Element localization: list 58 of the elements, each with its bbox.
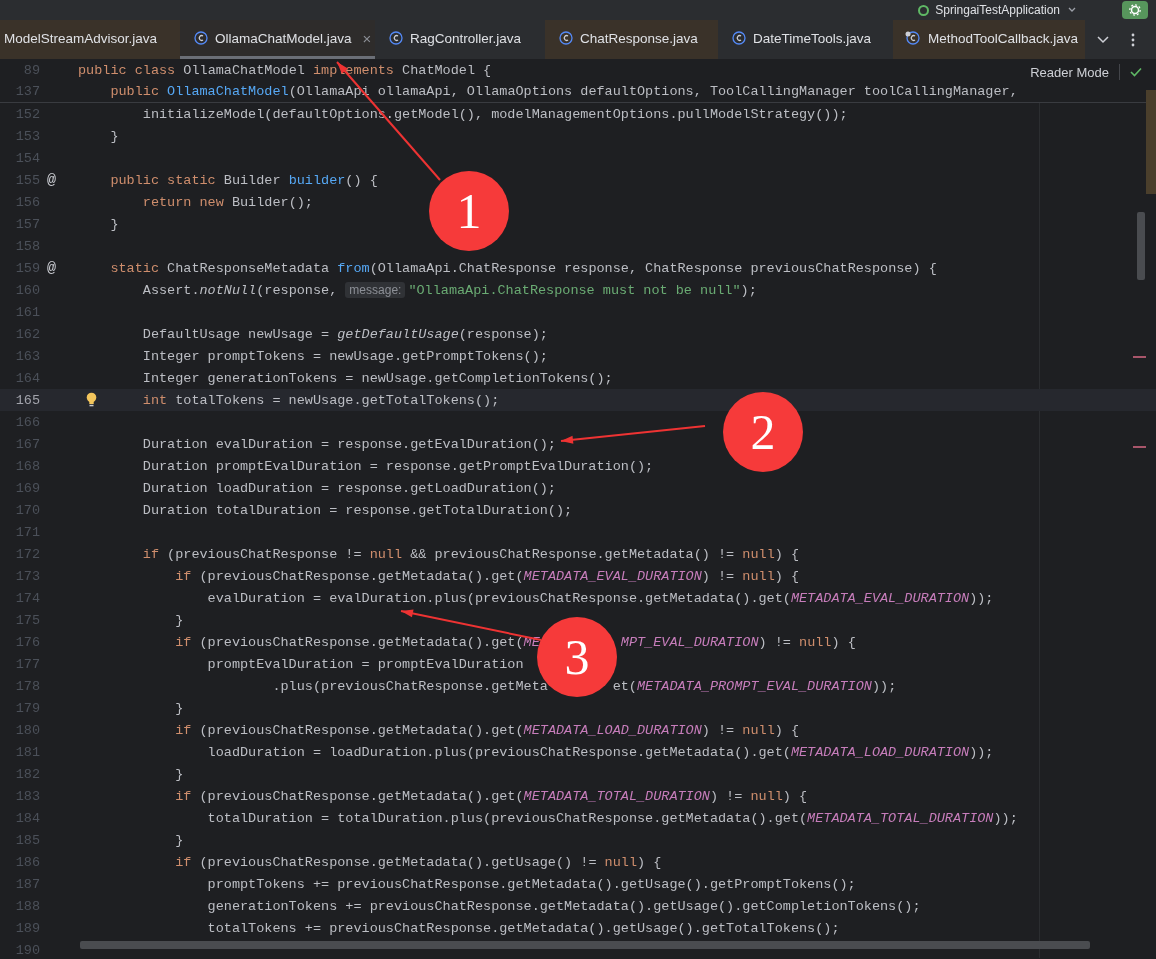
code-line: totalTokens += previousChatResponse.getMetadata().getUsage().getTotalTokens(); <box>207 920 840 936</box>
code-line: Duration loadDuration = response.getLoadDuration(); <box>142 480 556 496</box>
code-fragment: MPT_EVAL_DURATION) != null) { <box>620 634 856 650</box>
code-line: } <box>110 128 119 144</box>
code-line: generationTokens += previousChatResponse.getMetadata().getUsage().getCompletionTokens(); <box>207 898 921 914</box>
override-marker[interactable]: @ <box>47 259 56 277</box>
code-line: evalDuration = evalDuration.plus(previousChatResponse.getMetadata().get(METADATA_EVAL_DURATION)); <box>207 590 994 606</box>
class-icon <box>905 31 921 45</box>
run-configuration[interactable]: SpringaiTestApplication <box>935 3 1060 17</box>
checkmark-icon <box>1130 67 1142 77</box>
code-line: Integer generationTokens = newUsage.getCompletionTokens(); <box>142 370 613 386</box>
code-line: if (previousChatResponse != null && previousChatResponse.getMetadata() != null) { <box>142 546 800 562</box>
code-line: promptTokens += previousChatResponse.getMetadata().getUsage().getPromptTokens(); <box>207 876 856 892</box>
error-stripe-marker[interactable] <box>1133 446 1146 448</box>
code-line: Duration totalDuration = response.getTotalDuration(); <box>142 502 573 518</box>
reader-mode-link[interactable]: Reader Mode <box>1030 64 1109 80</box>
code-line: public static Builder builder() { <box>110 172 378 188</box>
code-line: static ChatResponseMetadata from(OllamaApi.ChatResponse response, ChatResponse previousChatResponse) { <box>110 260 937 276</box>
line-number: 165 <box>14 392 40 408</box>
class-icon <box>194 31 208 45</box>
code-line: promptEvalDuration = promptEvalDuration <box>207 656 524 672</box>
override-marker[interactable]: @ <box>47 171 56 189</box>
lightbulb-icon[interactable] <box>86 392 97 407</box>
editor-tab[interactable]: MethodToolCallback.java <box>893 20 1085 59</box>
code-line: totalDuration = totalDuration.plus(previousChatResponse.getMetadata().get(METADATA_TOTAL_DURATION)); <box>207 810 1018 826</box>
editor-tab[interactable]: OllamaChatModel.java × <box>180 20 375 59</box>
gear-icon <box>1129 4 1141 16</box>
code-line: Duration evalDuration = response.getEvalDuration(); <box>142 436 556 452</box>
code-line: int totalTokens = newUsage.getTotalTokens(); <box>142 392 500 408</box>
code-line: } <box>110 216 119 232</box>
scrollbar-thumb[interactable] <box>1137 212 1145 280</box>
settings-button[interactable] <box>1122 1 1148 19</box>
class-icon <box>559 31 573 45</box>
horizontal-scrollbar[interactable] <box>80 941 1090 949</box>
close-button[interactable]: × <box>362 29 372 47</box>
chevron-down-icon[interactable] <box>1097 35 1109 44</box>
code-line: } <box>175 766 184 782</box>
code-line: DefaultUsage newUsage = getDefaultUsage(response); <box>142 326 548 342</box>
code-line: if (previousChatResponse.getMetadata().getUsage() != null) { <box>175 854 662 870</box>
code-line: Duration promptEvalDuration = response.getPromptEvalDuration(); <box>142 458 654 474</box>
class-icon <box>389 31 403 45</box>
code-line: if (previousChatResponse.getMetadata().get(METADATA_LOAD_DURATION) != null) { <box>175 722 800 738</box>
code-line: } <box>175 832 184 848</box>
editor-tab[interactable]: ModelStreamAdvisor.java <box>0 20 180 59</box>
caret-icon <box>1068 7 1076 13</box>
code-line: } <box>175 612 184 628</box>
error-stripe-marker[interactable] <box>1133 356 1146 358</box>
code-line: return new Builder(); <box>142 194 313 210</box>
code-line: if (previousChatResponse.getMetadata().get(METADATA_EVAL_DURATION) != null) { <box>175 568 800 584</box>
code-line: loadDuration = loadDuration.plus(previousChatResponse.getMetadata().get(METADATA_LOAD_DURATION)); <box>207 744 994 760</box>
class-icon <box>732 31 746 45</box>
code-line: Integer promptTokens = newUsage.getPromptTokens(); <box>142 348 548 364</box>
more-icon[interactable] <box>1131 32 1135 47</box>
code-line: if (previousChatResponse.getMetadata().get(METADATA_TOTAL_DURATION) != null) { <box>175 788 808 804</box>
code-line: } <box>175 700 184 716</box>
editor-tab[interactable]: ChatResponse.java <box>545 20 718 59</box>
app-icon <box>918 4 930 16</box>
code-line: Assert.notNull(response, message: "OllamaApi.ChatResponse must not be null"); <box>142 282 757 298</box>
